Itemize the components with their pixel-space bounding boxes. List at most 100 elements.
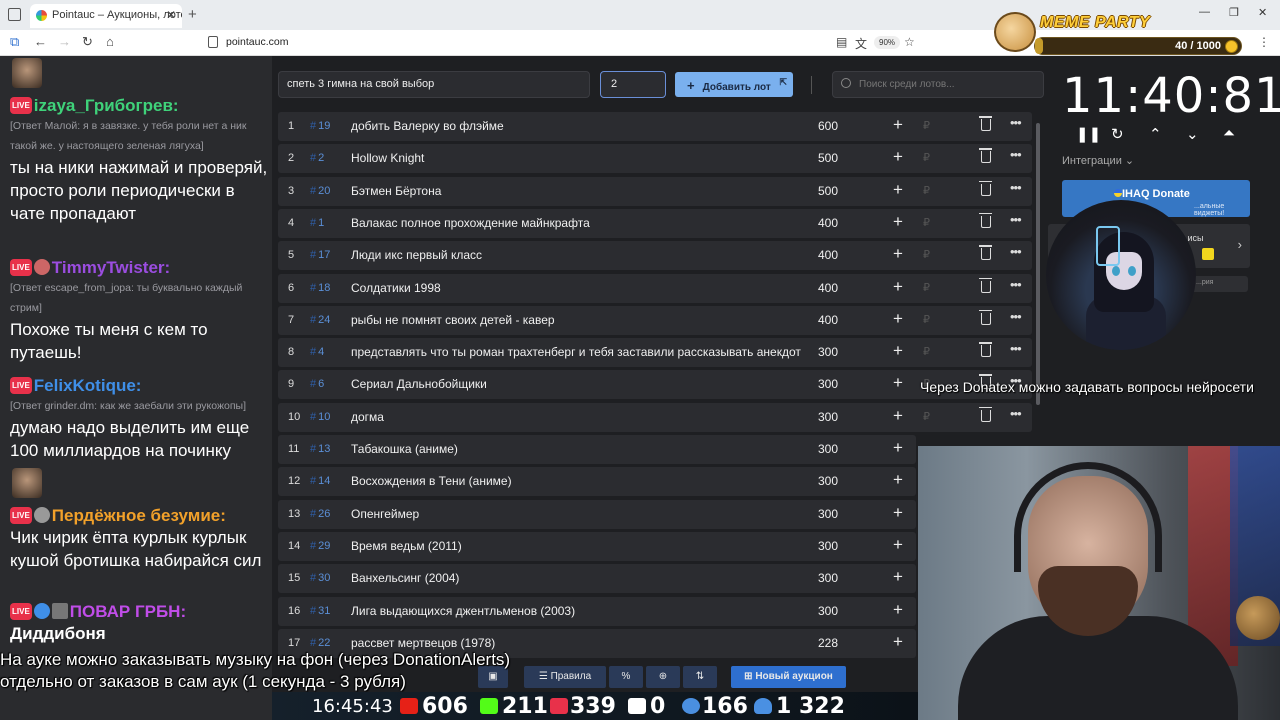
lot-row[interactable]: 16 #31 Лига выдающихся джентльменов (2003)… xyxy=(278,596,916,626)
lot-name[interactable]: представлять что ты роман трахтенберг и … xyxy=(351,345,801,359)
delete-icon[interactable] xyxy=(979,212,992,228)
restart-icon[interactable]: ↻ xyxy=(1111,125,1124,143)
more-options-icon[interactable]: ••• xyxy=(1010,147,1022,162)
workspaces-icon[interactable] xyxy=(8,8,21,21)
lot-amount[interactable]: 400 xyxy=(818,281,838,295)
lot-amount[interactable]: 300 xyxy=(818,571,838,585)
rules-button[interactable]: ☰ Правила xyxy=(524,666,606,688)
add-amount-icon[interactable]: + xyxy=(893,535,903,555)
forward-icon[interactable]: → xyxy=(58,34,71,49)
lot-name[interactable]: Время ведьм (2011) xyxy=(351,539,801,553)
integrations-dropdown[interactable]: Интеграции ⌄ xyxy=(1062,154,1134,167)
lot-amount-input[interactable]: 2 xyxy=(600,71,666,98)
lot-name[interactable]: добить Валерку во флэйме xyxy=(351,119,801,133)
lot-name[interactable]: Лига выдающихся джентльменов (2003) xyxy=(351,604,801,618)
lot-amount[interactable]: 300 xyxy=(818,604,838,618)
lot-name[interactable]: Восхождения в Тени (аниме) xyxy=(351,474,801,488)
lot-name[interactable]: Табакошка (аниме) xyxy=(351,442,801,456)
lot-row[interactable]: 9 #6 Сериал Дальнобойщики 300 + ₽ ••• xyxy=(278,370,1032,400)
zoom-badge[interactable]: 90% xyxy=(874,36,901,49)
add-amount-icon[interactable]: + xyxy=(893,244,903,264)
add-amount-icon[interactable]: + xyxy=(893,632,903,652)
add-amount-icon[interactable]: + xyxy=(893,147,903,167)
add-amount-icon[interactable]: + xyxy=(893,180,903,200)
more-options-icon[interactable]: ••• xyxy=(1010,406,1022,421)
url-field[interactable]: pointauc.com xyxy=(200,33,920,53)
lot-amount[interactable]: 228 xyxy=(818,636,838,650)
delete-icon[interactable] xyxy=(979,116,992,131)
lot-name[interactable]: Hollow Knight xyxy=(351,151,801,165)
add-amount-icon[interactable]: + xyxy=(893,115,903,135)
time-up-icon[interactable]: ⌃ xyxy=(1149,125,1162,143)
lot-row[interactable]: 1 #19 добить Валерку во флэйме 600 + ₽ ••• xyxy=(278,112,1032,141)
balance-button[interactable]: ⊕ xyxy=(646,666,680,688)
more-options-icon[interactable]: ••• xyxy=(1010,212,1022,227)
more-options-icon[interactable]: ••• xyxy=(1010,115,1022,130)
new-auction-button[interactable]: ⊞ Новый аукцион xyxy=(731,666,846,688)
add-amount-icon[interactable]: + xyxy=(893,212,903,232)
lot-name[interactable]: Ванхельсинг (2004) xyxy=(351,571,801,585)
translate-icon[interactable]: 文 xyxy=(855,35,867,52)
percent-button[interactable]: % xyxy=(609,666,643,688)
lot-row[interactable]: 6 #18 Солдатики 1998 400 + ₽ ••• xyxy=(278,273,1032,303)
lot-amount[interactable]: 500 xyxy=(818,184,838,198)
lot-row[interactable]: 10 #10 догма 300 + ₽ ••• xyxy=(278,402,1032,432)
lot-row[interactable]: 13 #26 Опенгеймер 300 + xyxy=(278,499,916,529)
back-icon[interactable]: ← xyxy=(34,34,47,49)
lot-amount[interactable]: 300 xyxy=(818,539,838,553)
lot-name[interactable]: Солдатики 1998 xyxy=(351,281,801,295)
lot-row[interactable]: 3 #20 Бэтмен Бёртона 500 + ₽ ••• xyxy=(278,176,1032,206)
add-amount-icon[interactable]: + xyxy=(893,438,903,458)
add-amount-icon[interactable]: + xyxy=(893,373,903,393)
lot-name[interactable]: Люди икс первый класс xyxy=(351,248,801,262)
lot-row[interactable]: 2 #2 Hollow Knight 500 + ₽ ••• xyxy=(278,144,1032,174)
lot-search-input[interactable]: Поиск среди лотов... xyxy=(832,71,1044,98)
pause-icon[interactable]: ❚❚ xyxy=(1076,125,1101,143)
delete-icon[interactable] xyxy=(979,148,992,164)
more-menu-icon[interactable]: ⋮ xyxy=(1258,35,1270,49)
delete-icon[interactable] xyxy=(979,406,992,422)
lot-amount[interactable]: 300 xyxy=(818,474,838,488)
lot-name[interactable]: рыбы не помнят своих детей - кавер xyxy=(351,313,801,327)
more-options-icon[interactable]: ••• xyxy=(1010,277,1022,292)
close-window-icon[interactable]: ✕ xyxy=(1258,6,1267,19)
add-amount-icon[interactable]: + xyxy=(893,470,903,490)
add-amount-icon[interactable]: + xyxy=(893,503,903,523)
more-options-icon[interactable]: ••• xyxy=(1010,341,1022,356)
favorite-icon[interactable]: ☆ xyxy=(904,35,915,49)
add-amount-icon[interactable]: + xyxy=(893,309,903,329)
lot-amount[interactable]: 500 xyxy=(818,151,838,165)
reader-mode-icon[interactable]: ▤ xyxy=(836,35,847,49)
add-lot-button[interactable]: + Добавить лот ⇱ xyxy=(675,72,793,97)
browser-tab[interactable]: Pointauc – Аукционы, лотереи ✕ xyxy=(30,4,182,28)
lot-amount[interactable]: 300 xyxy=(818,442,838,456)
more-options-icon[interactable]: ••• xyxy=(1010,244,1022,259)
delete-icon[interactable] xyxy=(979,342,992,358)
time-max-icon[interactable]: ⏶ xyxy=(1223,125,1235,142)
lot-name[interactable]: Опенгеймер xyxy=(351,507,801,521)
lot-row[interactable]: 12 #14 Восхождения в Тени (аниме) 300 + xyxy=(278,467,916,497)
reload-icon[interactable]: ↻ xyxy=(82,34,93,50)
add-amount-icon[interactable]: + xyxy=(893,277,903,297)
lot-amount[interactable]: 300 xyxy=(818,410,838,424)
history-button[interactable]: ...рия xyxy=(1190,276,1248,292)
lot-amount[interactable]: 400 xyxy=(818,248,838,262)
more-options-icon[interactable]: ••• xyxy=(1010,309,1022,324)
lot-name[interactable]: рассвет мертвецов (1978) xyxy=(351,636,801,650)
lot-name[interactable]: Бэтмен Бёртона xyxy=(351,184,801,198)
lot-row[interactable]: 7 #24 рыбы не помнят своих детей - кавер 40… xyxy=(278,305,1032,335)
sort-button[interactable]: ⇅ xyxy=(683,666,717,688)
delete-icon[interactable] xyxy=(979,309,992,325)
lot-amount[interactable]: 400 xyxy=(818,313,838,327)
delete-icon[interactable] xyxy=(979,245,992,261)
close-tab-icon[interactable]: ✕ xyxy=(166,8,176,22)
lot-amount[interactable]: 600 xyxy=(818,119,838,133)
lot-row[interactable]: 8 #4 представлять что ты роман трахтенберг… xyxy=(278,338,1032,368)
delete-icon[interactable] xyxy=(979,277,992,293)
lots-scrollbar[interactable] xyxy=(1036,123,1040,405)
lot-row[interactable]: 14 #29 Время ведьм (2011) 300 + xyxy=(278,531,916,561)
delete-icon[interactable] xyxy=(979,180,992,196)
lot-name-input[interactable]: спеть 3 гимна на свой выбор xyxy=(278,71,590,98)
collections-icon[interactable]: ⧉ xyxy=(10,34,19,50)
lot-amount[interactable]: 400 xyxy=(818,216,838,230)
